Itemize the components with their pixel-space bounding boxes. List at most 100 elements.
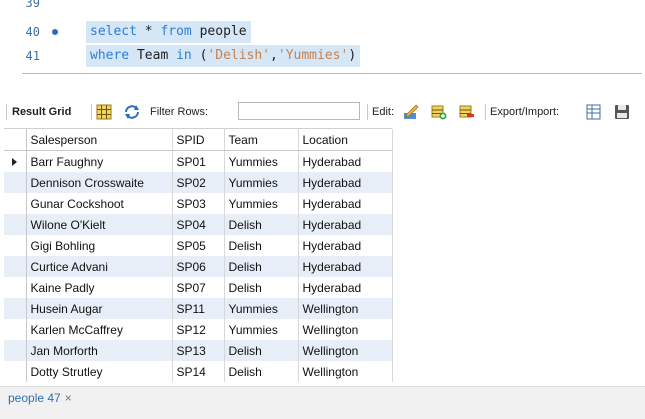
line-number: 40 [25, 25, 40, 39]
cell-spid[interactable]: SP06 [172, 256, 225, 277]
code-token: * [136, 24, 161, 39]
cell-location[interactable]: Hyderabad [298, 193, 393, 214]
header-row: Salesperson SPID Team Location [4, 129, 393, 151]
table-row[interactable]: Jan Morforth SP13 Delish Wellington [4, 340, 393, 361]
row-selector[interactable] [4, 277, 27, 298]
cell-team[interactable]: Yummies [224, 172, 299, 193]
cell-location[interactable]: Hyderabad [298, 256, 393, 277]
delete-row-icon[interactable] [459, 104, 475, 120]
cell-team[interactable]: Delish [224, 256, 299, 277]
cell-location[interactable]: Wellington [298, 361, 393, 382]
cell-spid[interactable]: SP11 [172, 298, 225, 319]
code-token: people [191, 24, 247, 39]
table-row[interactable]: Dotty Strutley SP14 Delish Wellington [4, 361, 393, 382]
row-selector[interactable] [4, 256, 27, 277]
cell-salesperson[interactable]: Kaine Padly [26, 277, 173, 298]
cell-location[interactable]: Hyderabad [298, 235, 393, 256]
string-literal: 'Yummies' [277, 48, 349, 63]
cell-salesperson[interactable]: Gigi Bohling [26, 235, 173, 256]
cell-salesperson[interactable]: Dennison Crosswaite [26, 172, 173, 193]
column-header-team[interactable]: Team [224, 129, 299, 151]
row-selector[interactable] [4, 340, 27, 361]
cell-spid[interactable]: SP04 [172, 214, 225, 235]
cell-location[interactable]: Wellington [298, 340, 393, 361]
cell-salesperson[interactable]: Karlen McCaffrey [26, 319, 173, 340]
cell-salesperson[interactable]: Barr Faughny [26, 150, 173, 172]
code-line-40[interactable]: 40 select * from people [0, 21, 645, 43]
row-selector[interactable] [4, 172, 27, 193]
cell-salesperson[interactable]: Husein Augar [26, 298, 173, 319]
code-line-41[interactable]: 41 where Team in ('Delish','Yummies') [0, 45, 645, 67]
cell-salesperson[interactable]: Curtice Advani [26, 256, 173, 277]
string-literal: 'Delish' [207, 48, 271, 63]
cell-team[interactable]: Delish [224, 235, 299, 256]
grid-layout-icon[interactable] [96, 104, 112, 120]
cell-salesperson[interactable]: Gunar Cockshoot [26, 193, 173, 214]
table-row[interactable]: Curtice Advani SP06 Delish Hyderabad [4, 256, 393, 277]
row-header-corner [4, 129, 27, 151]
cell-location[interactable]: Wellington [298, 319, 393, 340]
table-row[interactable]: Dennison Crosswaite SP02 Yummies Hyderab… [4, 172, 393, 193]
cell-team[interactable]: Yummies [224, 298, 299, 319]
table-row[interactable]: Kaine Padly SP07 Delish Hyderabad [4, 277, 393, 298]
cell-spid[interactable]: SP02 [172, 172, 225, 193]
row-selector[interactable] [4, 298, 27, 319]
toolbar-divider [91, 104, 92, 120]
row-selector[interactable] [4, 235, 27, 256]
row-selector[interactable] [4, 214, 27, 235]
cell-team[interactable]: Delish [224, 277, 299, 298]
table-row[interactable]: Barr Faughny SP01 Yummies Hyderabad [4, 150, 393, 172]
table-row[interactable]: Gunar Cockshoot SP03 Yummies Hyderabad [4, 193, 393, 214]
code-text[interactable]: where Team in ('Delish','Yummies') [86, 45, 361, 67]
cell-salesperson[interactable]: Dotty Strutley [26, 361, 173, 382]
edit-pencil-icon[interactable] [403, 104, 419, 120]
column-header-salesperson[interactable]: Salesperson [26, 129, 173, 151]
cell-team[interactable]: Yummies [224, 150, 299, 172]
line-number: 39 [25, 0, 40, 10]
cell-location[interactable]: Hyderabad [298, 277, 393, 298]
cell-salesperson[interactable]: Jan Morforth [26, 340, 173, 361]
cell-location[interactable]: Hyderabad [298, 150, 393, 172]
cell-team[interactable]: Yummies [224, 193, 299, 214]
table-row[interactable]: Gigi Bohling SP05 Delish Hyderabad [4, 235, 393, 256]
export-import-label: Export/Import: [490, 106, 560, 118]
cell-location[interactable]: Wellington [298, 298, 393, 319]
cell-salesperson[interactable]: Wilone O'Kielt [26, 214, 173, 235]
code-text[interactable]: select * from people [86, 21, 251, 43]
column-header-location[interactable]: Location [298, 129, 393, 151]
cell-location[interactable]: Hyderabad [298, 214, 393, 235]
code-token: ( [191, 48, 208, 63]
filter-rows-input[interactable] [238, 102, 360, 120]
cell-spid[interactable]: SP05 [172, 235, 225, 256]
cell-spid[interactable]: SP14 [172, 361, 225, 382]
toolbar-divider [367, 104, 368, 120]
row-selector[interactable] [4, 319, 27, 340]
cell-spid[interactable]: SP03 [172, 193, 225, 214]
row-selector[interactable] [4, 193, 27, 214]
statement-marker-icon [52, 29, 58, 35]
cell-team[interactable]: Delish [224, 361, 299, 382]
cell-spid[interactable]: SP01 [172, 150, 225, 172]
cell-team[interactable]: Yummies [224, 319, 299, 340]
result-grid-tab[interactable]: Result Grid [12, 97, 71, 127]
cell-team[interactable]: Delish [224, 214, 299, 235]
result-tab-people-47[interactable]: people 47 × [8, 388, 72, 408]
column-header-spid[interactable]: SPID [172, 129, 225, 151]
refresh-icon[interactable] [124, 104, 140, 120]
cell-spid[interactable]: SP12 [172, 319, 225, 340]
close-icon[interactable]: × [65, 391, 72, 405]
table-row[interactable]: Wilone O'Kielt SP04 Delish Hyderabad [4, 214, 393, 235]
cell-location[interactable]: Hyderabad [298, 172, 393, 193]
add-row-icon[interactable] [431, 104, 447, 120]
export-icon[interactable] [586, 104, 602, 120]
result-grid[interactable]: Salesperson SPID Team Location Barr Faug… [4, 128, 393, 382]
cell-spid[interactable]: SP07 [172, 277, 225, 298]
import-icon[interactable] [614, 104, 630, 120]
row-selector[interactable] [4, 150, 27, 172]
cell-spid[interactable]: SP13 [172, 340, 225, 361]
sql-editor[interactable]: 39 40 select * from people 41 where Team… [0, 0, 645, 78]
cell-team[interactable]: Delish [224, 340, 299, 361]
table-row[interactable]: Husein Augar SP11 Yummies Wellington [4, 298, 393, 319]
table-row[interactable]: Karlen McCaffrey SP12 Yummies Wellington [4, 319, 393, 340]
row-selector[interactable] [4, 361, 27, 382]
